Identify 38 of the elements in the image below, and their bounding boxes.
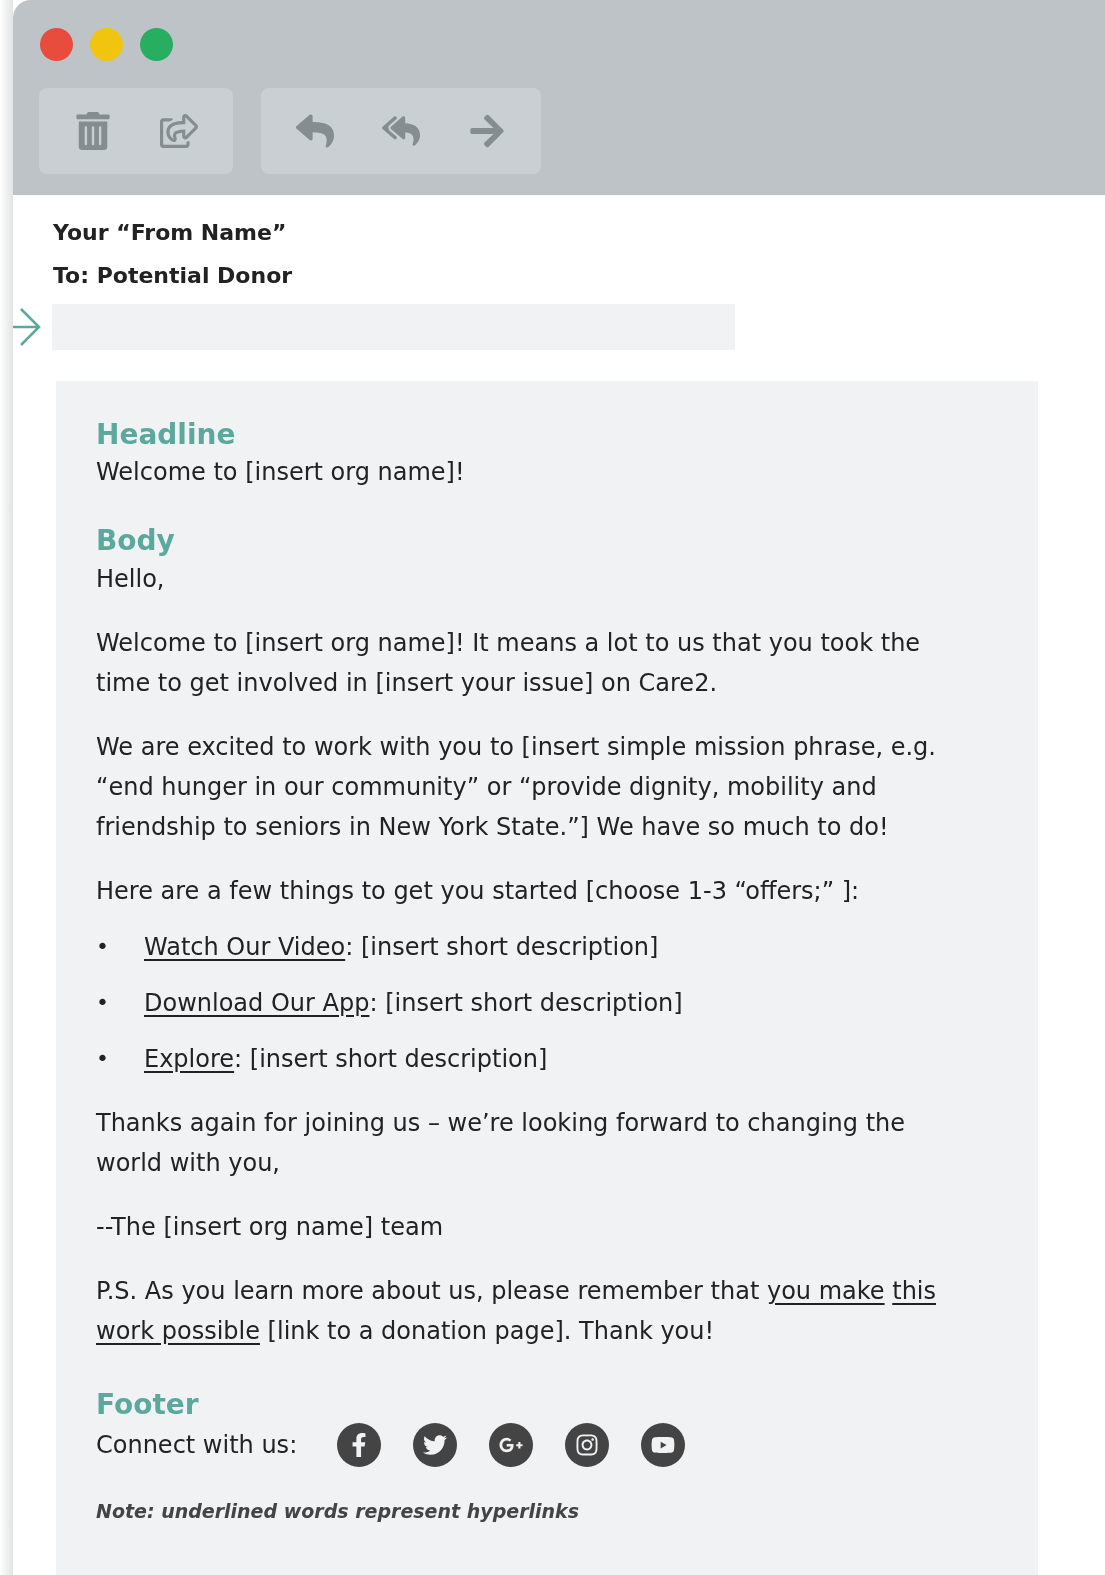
social-link[interactable] [565,1423,610,1467]
social-link[interactable] [413,1423,458,1467]
bullet: • [96,1045,110,1073]
paragraph: Welcome to [insert org name]! It means a lot to us that you took the time to get involved in [insert your issue] on Care2. [96,628,922,699]
connect-label: Connect with us: [96,1430,298,1461]
paragraph: --The [insert org name] team [96,1212,445,1243]
link[interactable]: Explore [144,1045,235,1073]
instagram-icon [575,1433,600,1457]
twitter-icon [423,1433,448,1457]
social-link[interactable] [489,1423,534,1467]
reply-icon [296,112,334,150]
paragraph: Here are a few things to get you started [choose 1-3 “offers;” ]: [96,876,861,907]
note: Note: underlined words represent hyperlinks [96,1499,580,1524]
bullet: • [96,989,110,1017]
list-item: Download Our App: [insert short description] [144,988,683,1019]
trash-icon [74,112,112,150]
paragraph: Thanks again for joining us – we’re looking forward to changing the world with you, [96,1108,907,1179]
forward-icon [468,112,506,150]
social-link[interactable] [641,1423,686,1467]
link[interactable]: this [892,1277,937,1305]
section-label: Headline [96,417,237,453]
social-link[interactable] [337,1423,382,1467]
paragraph: We are excited to work with you to [insert simple mission phrase, e.g. “end hunger in our community” or “provide dignity, mobility and friendship to seniors in New York State.”] We have so much to do! [96,732,937,843]
share-icon [160,112,198,150]
section-label: Footer [96,1387,200,1423]
recipient: To: Potential Donor [53,262,294,290]
bullet: • [96,933,110,961]
paragraph: Hello, [96,564,166,595]
headline-text: Welcome to [insert org name]! [96,457,466,488]
section-label: Body [96,523,176,559]
list-item: Explore: [insert short description] [144,1044,548,1075]
link[interactable]: Watch Our Video [144,933,346,961]
from-name: Your “From Name” [53,219,288,247]
link[interactable]: you make [766,1277,885,1305]
list-item: Watch Our Video: [insert short description] [144,932,659,963]
paragraph: P.S. As you learn more about us, please remember that you make this work possible [link to a donation page]. Thank you! [96,1276,938,1347]
link[interactable]: work possible [96,1317,260,1345]
link[interactable]: Download Our App [144,989,370,1017]
